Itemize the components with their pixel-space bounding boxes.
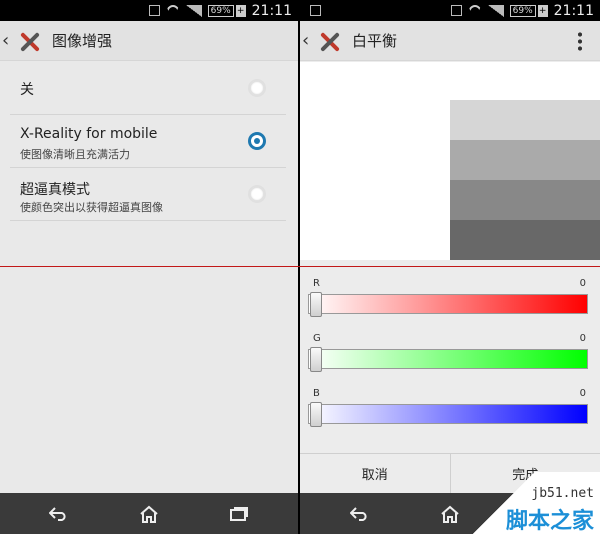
blue-slider-track[interactable] [308, 404, 588, 424]
radio-off[interactable] [248, 79, 266, 97]
back-arrow-icon[interactable]: ‹ [302, 30, 312, 51]
back-arrow-icon[interactable]: ‹ [2, 30, 12, 51]
app-bar: ‹ 图像增强 [0, 21, 298, 61]
wifi-icon [468, 5, 482, 17]
divider-line [0, 266, 600, 267]
preview-gray-bar [450, 220, 600, 260]
option-description: 使颜色突出以获得超逼真图像 [20, 201, 163, 214]
nav-home-icon[interactable] [129, 499, 169, 529]
cancel-button[interactable]: 取消 [300, 454, 451, 493]
slider-value: 0 [579, 333, 586, 344]
slider-label: R [313, 278, 320, 289]
blue-slider-handle[interactable] [310, 402, 322, 427]
battery-icon: 69% [509, 4, 536, 17]
option-x-reality[interactable]: X-Reality for mobile 使图像清晰且充满活力 [10, 115, 286, 168]
preview-gray-bar [450, 180, 600, 220]
settings-tools-icon[interactable] [14, 27, 44, 55]
red-slider-track[interactable] [308, 294, 588, 314]
red-slider: R 0 [308, 278, 588, 318]
image-enhancement-screen: 69% + 21:11 ‹ 图像增强 关 X-Reality for mobil… [0, 0, 298, 534]
preview-gray-bar [450, 140, 600, 180]
navigation-bar [0, 493, 298, 534]
app-bar: ‹ 白平衡 [300, 21, 600, 61]
status-time: 21:11 [553, 2, 594, 19]
status-bar: 69% + 21:11 [300, 0, 600, 21]
watermark: jb51.net 脚本之家 [450, 472, 600, 534]
radio-x-reality[interactable] [248, 132, 266, 150]
battery-icon: 69% [207, 4, 234, 17]
overflow-menu-icon[interactable] [578, 31, 582, 51]
nav-recent-apps-icon[interactable] [219, 499, 259, 529]
nav-back-icon[interactable] [340, 499, 380, 529]
option-label: X-Reality for mobile [20, 126, 158, 142]
slider-value: 0 [579, 388, 586, 399]
page-title: 白平衡 [352, 32, 398, 50]
notification-icon [450, 5, 462, 16]
settings-tools-icon[interactable] [314, 27, 344, 55]
signal-icon [185, 4, 202, 17]
option-description: 使图像清晰且充满活力 [20, 148, 130, 161]
white-balance-preview [300, 62, 600, 260]
status-bar: 69% + 21:11 [0, 0, 298, 21]
status-time: 21:11 [251, 2, 292, 19]
radio-super-vivid[interactable] [248, 185, 266, 203]
option-off[interactable]: 关 [10, 62, 286, 115]
image-notification-icon [310, 5, 321, 16]
wifi-icon [166, 5, 180, 17]
white-balance-screen: 69% + 21:11 ‹ 白平衡 R 0 G 0 B 0 取消 完成 [300, 0, 600, 534]
nav-back-icon[interactable] [39, 499, 79, 529]
charging-icon: + [235, 4, 246, 17]
notification-icon [148, 5, 160, 16]
option-label: 关 [20, 82, 34, 98]
charging-icon: + [537, 4, 548, 17]
slider-label: B [313, 388, 320, 399]
slider-label: G [313, 333, 321, 344]
green-slider: G 0 [308, 333, 588, 373]
watermark-brand: 脚本之家 [505, 509, 594, 534]
page-title: 图像增强 [52, 32, 113, 50]
slider-value: 0 [579, 278, 586, 289]
option-label: 超逼真模式 [20, 182, 90, 198]
preview-gray-bar [450, 100, 600, 140]
green-slider-track[interactable] [308, 349, 588, 369]
option-super-vivid[interactable]: 超逼真模式 使颜色突出以获得超逼真图像 [10, 168, 286, 221]
red-slider-handle[interactable] [310, 292, 322, 317]
blue-slider: B 0 [308, 388, 588, 428]
green-slider-handle[interactable] [310, 347, 322, 372]
signal-icon [487, 4, 504, 17]
watermark-site: jb51.net [531, 486, 594, 501]
enhancement-options-list: 关 X-Reality for mobile 使图像清晰且充满活力 超逼真模式 … [10, 62, 286, 221]
